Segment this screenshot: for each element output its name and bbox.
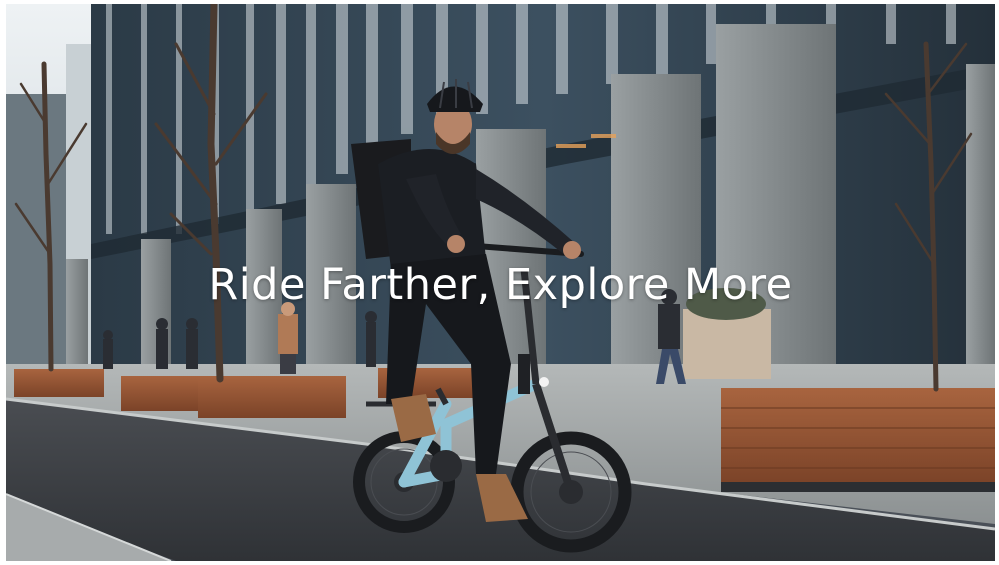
hero-banner: Ride Farther, Explore More — [6, 4, 995, 561]
planter-right — [721, 388, 995, 492]
hero-headline: Ride Farther, Explore More — [208, 260, 793, 310]
